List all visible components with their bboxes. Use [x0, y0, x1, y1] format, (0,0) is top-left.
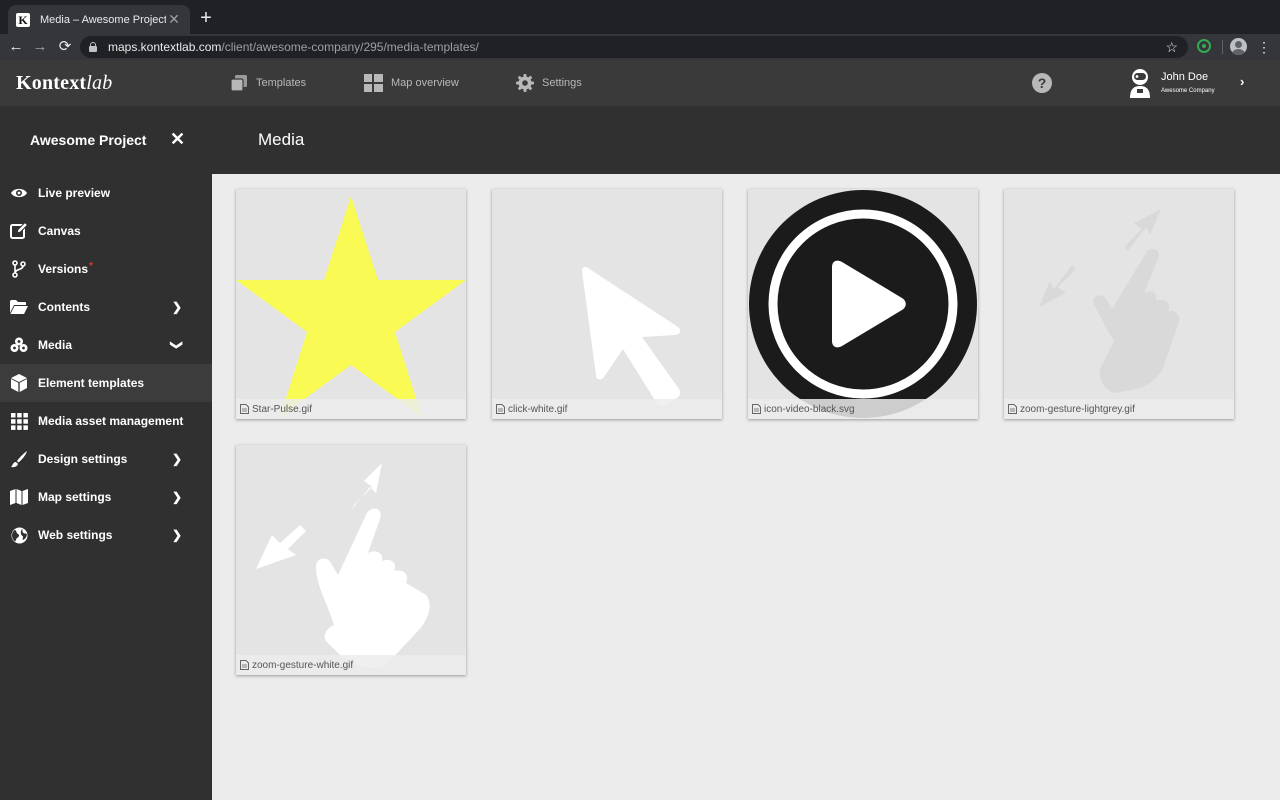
- grid-icon: [364, 74, 383, 92]
- sidebar-item-element-templates[interactable]: Element templates: [0, 364, 212, 402]
- sidebar-item-media-asset-management[interactable]: Media asset management: [0, 402, 212, 440]
- reload-icon[interactable]: ⟳: [55, 37, 75, 57]
- sidebar: Live preview Canvas Versions* Contents ❯…: [0, 174, 212, 800]
- close-icon[interactable]: ✕: [170, 129, 185, 150]
- brush-icon: [10, 450, 28, 468]
- zoom-gesture-icon: [1039, 209, 1180, 393]
- eye-icon: [10, 184, 28, 202]
- page-title: Media: [258, 130, 305, 149]
- map-icon: [10, 488, 28, 506]
- globe-icon: [10, 526, 28, 544]
- media-filename: zoom-gesture-lightgrey.gif: [1020, 403, 1135, 415]
- media-filename: Star-Pulse.gif: [252, 403, 313, 415]
- chevron-right-icon[interactable]: ❯: [170, 300, 184, 314]
- media-filename: icon-video-black.svg: [764, 403, 855, 415]
- grid-icon: [10, 412, 28, 430]
- url-text: maps.kontextlab.com/client/awesome-compa…: [108, 40, 479, 54]
- browser-toolbar: ← → ⟳ maps.kontextlab.com/client/awesome…: [0, 34, 1280, 60]
- chevron-right-icon[interactable]: ❯: [170, 490, 184, 504]
- nav-templates[interactable]: Templates: [230, 60, 306, 106]
- file-icon: [1008, 404, 1017, 414]
- sidebar-item-canvas[interactable]: Canvas: [0, 212, 212, 250]
- chevron-right-icon[interactable]: ❯: [170, 528, 184, 542]
- back-icon[interactable]: ←: [6, 37, 26, 57]
- media-card-icon-video-black[interactable]: icon-video-black.svg: [748, 189, 978, 419]
- file-icon: [752, 404, 761, 414]
- lock-icon: [88, 42, 98, 52]
- kontextlab-logo[interactable]: Kontextlab: [16, 72, 112, 95]
- sidebar-item-map-settings[interactable]: Map settings ❯: [0, 478, 212, 516]
- sidebar-item-design-settings[interactable]: Design settings ❯: [0, 440, 212, 478]
- templates-icon: [230, 75, 247, 92]
- chevron-down-icon[interactable]: ❯: [170, 338, 184, 352]
- versions-badge: *: [89, 261, 93, 272]
- sidebar-item-contents[interactable]: Contents ❯: [0, 288, 212, 326]
- tab-close-icon[interactable]: ✕: [166, 11, 182, 28]
- new-tab-icon[interactable]: +: [196, 8, 216, 28]
- user-name[interactable]: John Doe: [1161, 71, 1208, 83]
- browser-tab[interactable]: K Media – Awesome Project ✕: [8, 5, 190, 34]
- help-icon[interactable]: ?: [1032, 73, 1052, 93]
- sidebar-item-versions[interactable]: Versions*: [0, 250, 212, 288]
- sidebar-item-live-preview[interactable]: Live preview: [0, 174, 212, 212]
- branch-icon: [10, 260, 28, 278]
- media-card-click-white[interactable]: click-white.gif: [492, 189, 722, 419]
- project-bar: Awesome Project ✕ Media: [0, 106, 1280, 174]
- edit-icon: [10, 222, 28, 240]
- media-filename: zoom-gesture-white.gif: [252, 659, 354, 671]
- gear-icon: [516, 74, 534, 92]
- zoom-gesture-icon: [256, 463, 430, 668]
- media-filename: click-white.gif: [508, 403, 568, 415]
- project-title: Awesome Project: [30, 132, 147, 148]
- app-header: Kontextlab Templates Map overview Settin…: [0, 60, 1280, 106]
- tab-title: Media – Awesome Project: [40, 13, 166, 26]
- user-company: Awesome Company: [1161, 88, 1215, 94]
- extension-icon[interactable]: [1196, 38, 1212, 54]
- file-icon: [240, 660, 249, 670]
- play-icon: [749, 190, 977, 418]
- folder-icon: [10, 298, 28, 316]
- nav-map-overview[interactable]: Map overview: [364, 60, 459, 106]
- bookmark-star-icon[interactable]: ☆: [1165, 36, 1178, 58]
- cube-icon: [10, 374, 28, 392]
- sidebar-item-media[interactable]: Media ❯: [0, 326, 212, 364]
- star-icon: [236, 196, 466, 417]
- profile-avatar-icon[interactable]: [1230, 38, 1247, 55]
- browser-menu-icon[interactable]: ⋮: [1257, 37, 1271, 57]
- sidebar-item-web-settings[interactable]: Web settings ❯: [0, 516, 212, 554]
- address-bar[interactable]: maps.kontextlab.com/client/awesome-compa…: [80, 36, 1188, 58]
- file-icon: [496, 404, 505, 414]
- astronaut-avatar-icon[interactable]: [1127, 68, 1153, 98]
- forward-icon[interactable]: →: [30, 37, 50, 57]
- media-grid: Star-Pulse.gif click-white.gif icon-vide…: [212, 174, 1280, 800]
- media-card-star-pulse[interactable]: Star-Pulse.gif: [236, 189, 466, 419]
- favicon-icon: K: [16, 12, 30, 27]
- media-icon: [10, 336, 28, 354]
- chevron-right-icon[interactable]: ›: [1240, 74, 1244, 89]
- media-card-zoom-gesture-white[interactable]: zoom-gesture-white.gif: [236, 445, 466, 675]
- chevron-right-icon[interactable]: ❯: [170, 452, 184, 466]
- nav-settings[interactable]: Settings: [516, 60, 582, 106]
- media-card-zoom-gesture-lightgrey[interactable]: zoom-gesture-lightgrey.gif: [1004, 189, 1234, 419]
- cursor-icon: [582, 267, 681, 406]
- browser-tabbar: K Media – Awesome Project ✕ +: [0, 0, 1280, 34]
- file-icon: [240, 404, 249, 414]
